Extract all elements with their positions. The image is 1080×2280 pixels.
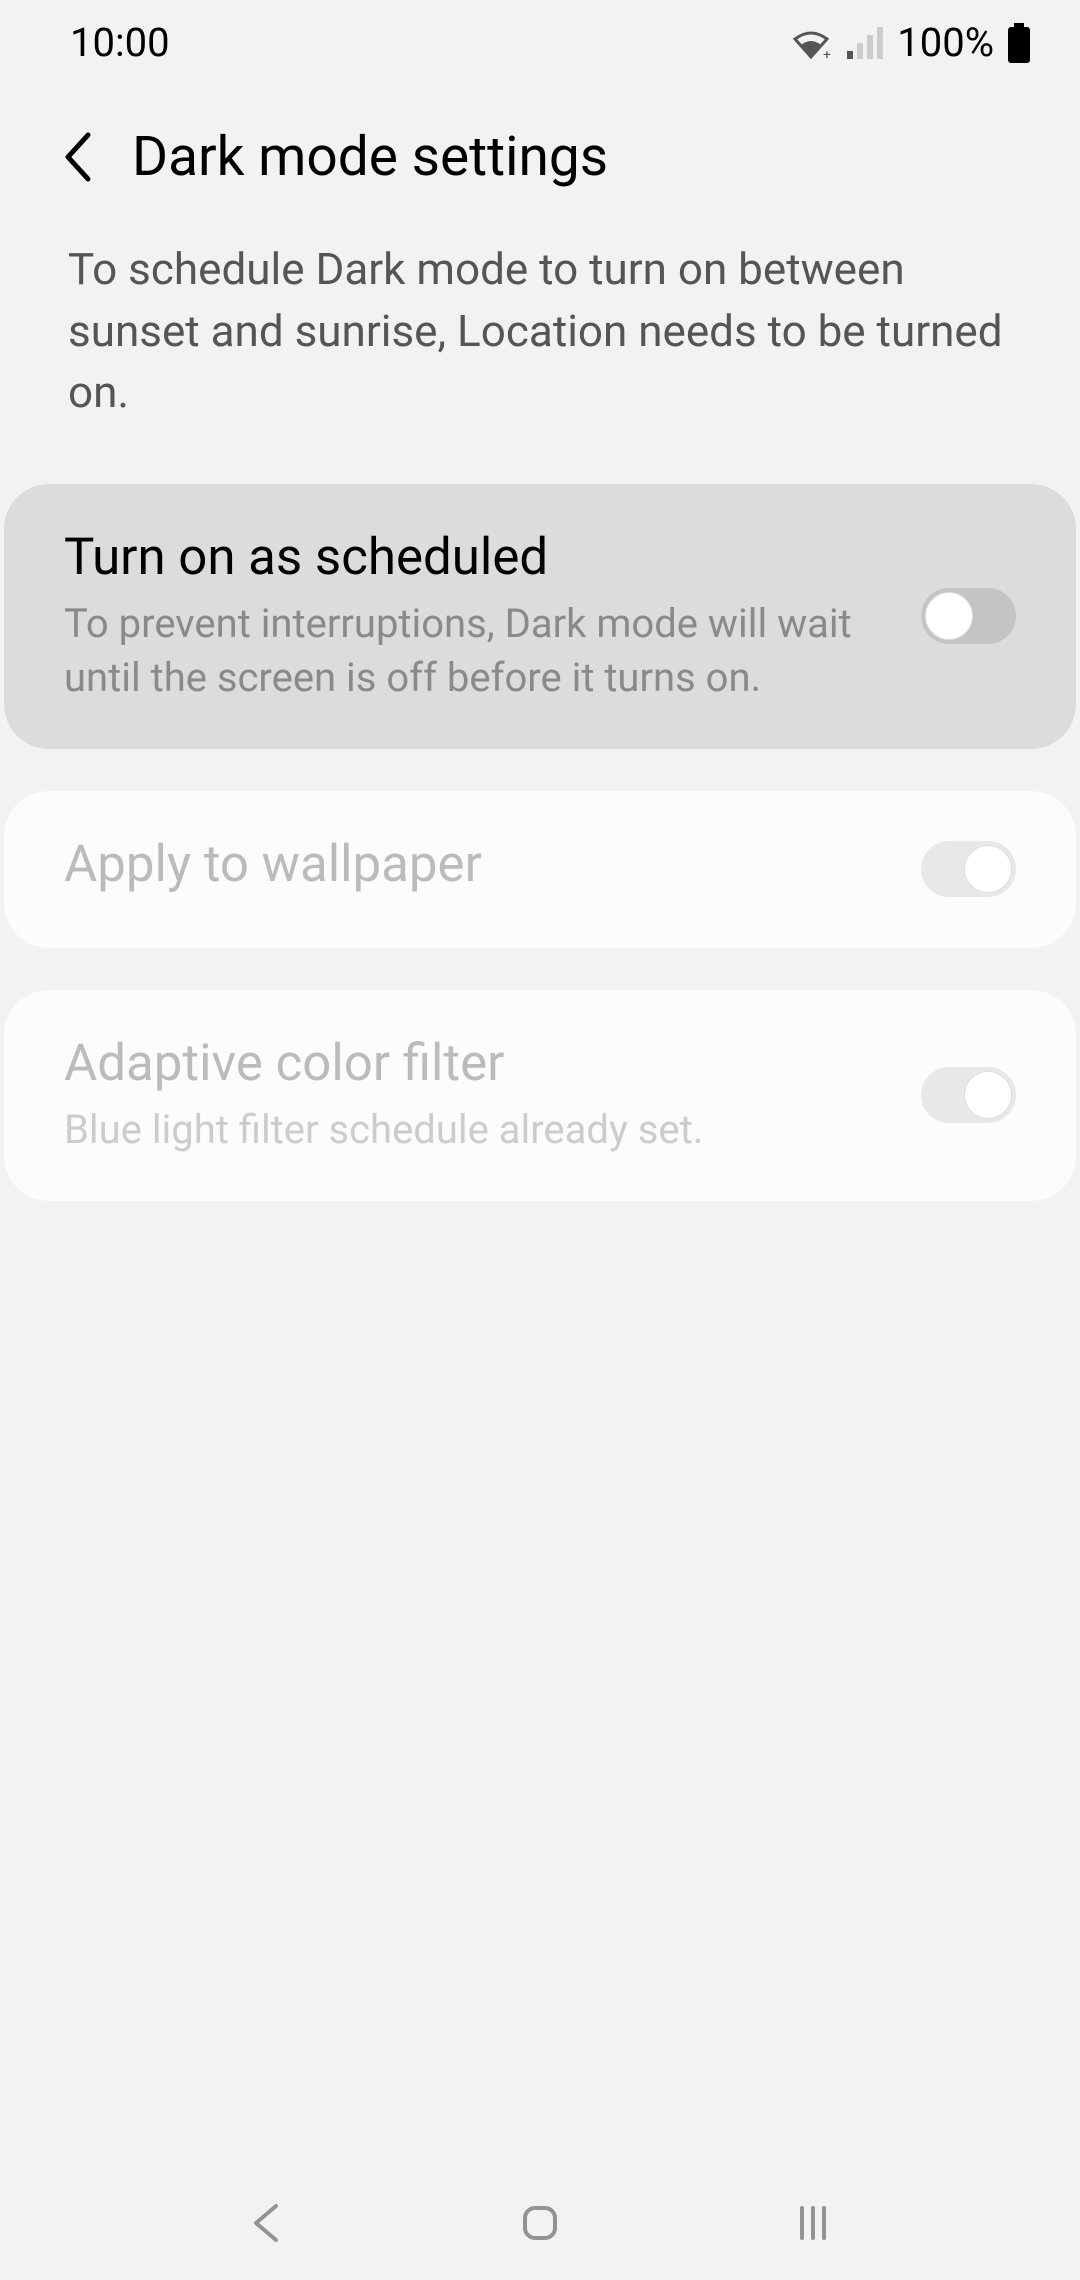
info-text: To schedule Dark mode to turn on between… (0, 239, 1080, 484)
nav-home-button[interactable] (515, 2198, 565, 2252)
setting-title: Adaptive color filter (64, 1034, 881, 1093)
setting-content: Apply to wallpaper (64, 835, 921, 904)
setting-content: Turn on as scheduled To prevent interrup… (64, 528, 921, 705)
setting-title: Turn on as scheduled (64, 528, 881, 587)
back-icon[interactable] (60, 129, 96, 185)
battery-percent: 100% (897, 19, 994, 66)
toggle-knob (964, 1071, 1012, 1119)
svg-text:+: + (823, 47, 831, 61)
setting-subtitle: Blue light filter schedule already set. (64, 1103, 881, 1157)
battery-icon (1006, 23, 1032, 63)
toggle-adaptive-filter[interactable] (921, 1067, 1016, 1123)
header: Dark mode settings (0, 85, 1080, 239)
setting-scheduled[interactable]: Turn on as scheduled To prevent interrup… (4, 484, 1076, 749)
toggle-knob (964, 845, 1012, 893)
toggle-knob (925, 592, 973, 640)
page-title: Dark mode settings (132, 125, 608, 189)
signal-icon (845, 25, 885, 61)
toggle-wallpaper[interactable] (921, 841, 1016, 897)
setting-title: Apply to wallpaper (64, 835, 881, 894)
setting-adaptive-filter[interactable]: Adaptive color filter Blue light filter … (4, 990, 1076, 1201)
wifi-icon: + (789, 25, 833, 61)
status-bar: 10:00 + 100% (0, 0, 1080, 85)
nav-back-button[interactable] (242, 2198, 292, 2252)
navigation-bar (0, 2170, 1080, 2280)
status-time: 10:00 (70, 19, 170, 66)
nav-recent-button[interactable] (788, 2198, 838, 2252)
toggle-scheduled[interactable] (921, 588, 1016, 644)
setting-content: Adaptive color filter Blue light filter … (64, 1034, 921, 1157)
setting-wallpaper[interactable]: Apply to wallpaper (4, 791, 1076, 948)
status-indicators: + 100% (789, 19, 1032, 66)
setting-subtitle: To prevent interruptions, Dark mode will… (64, 597, 881, 705)
